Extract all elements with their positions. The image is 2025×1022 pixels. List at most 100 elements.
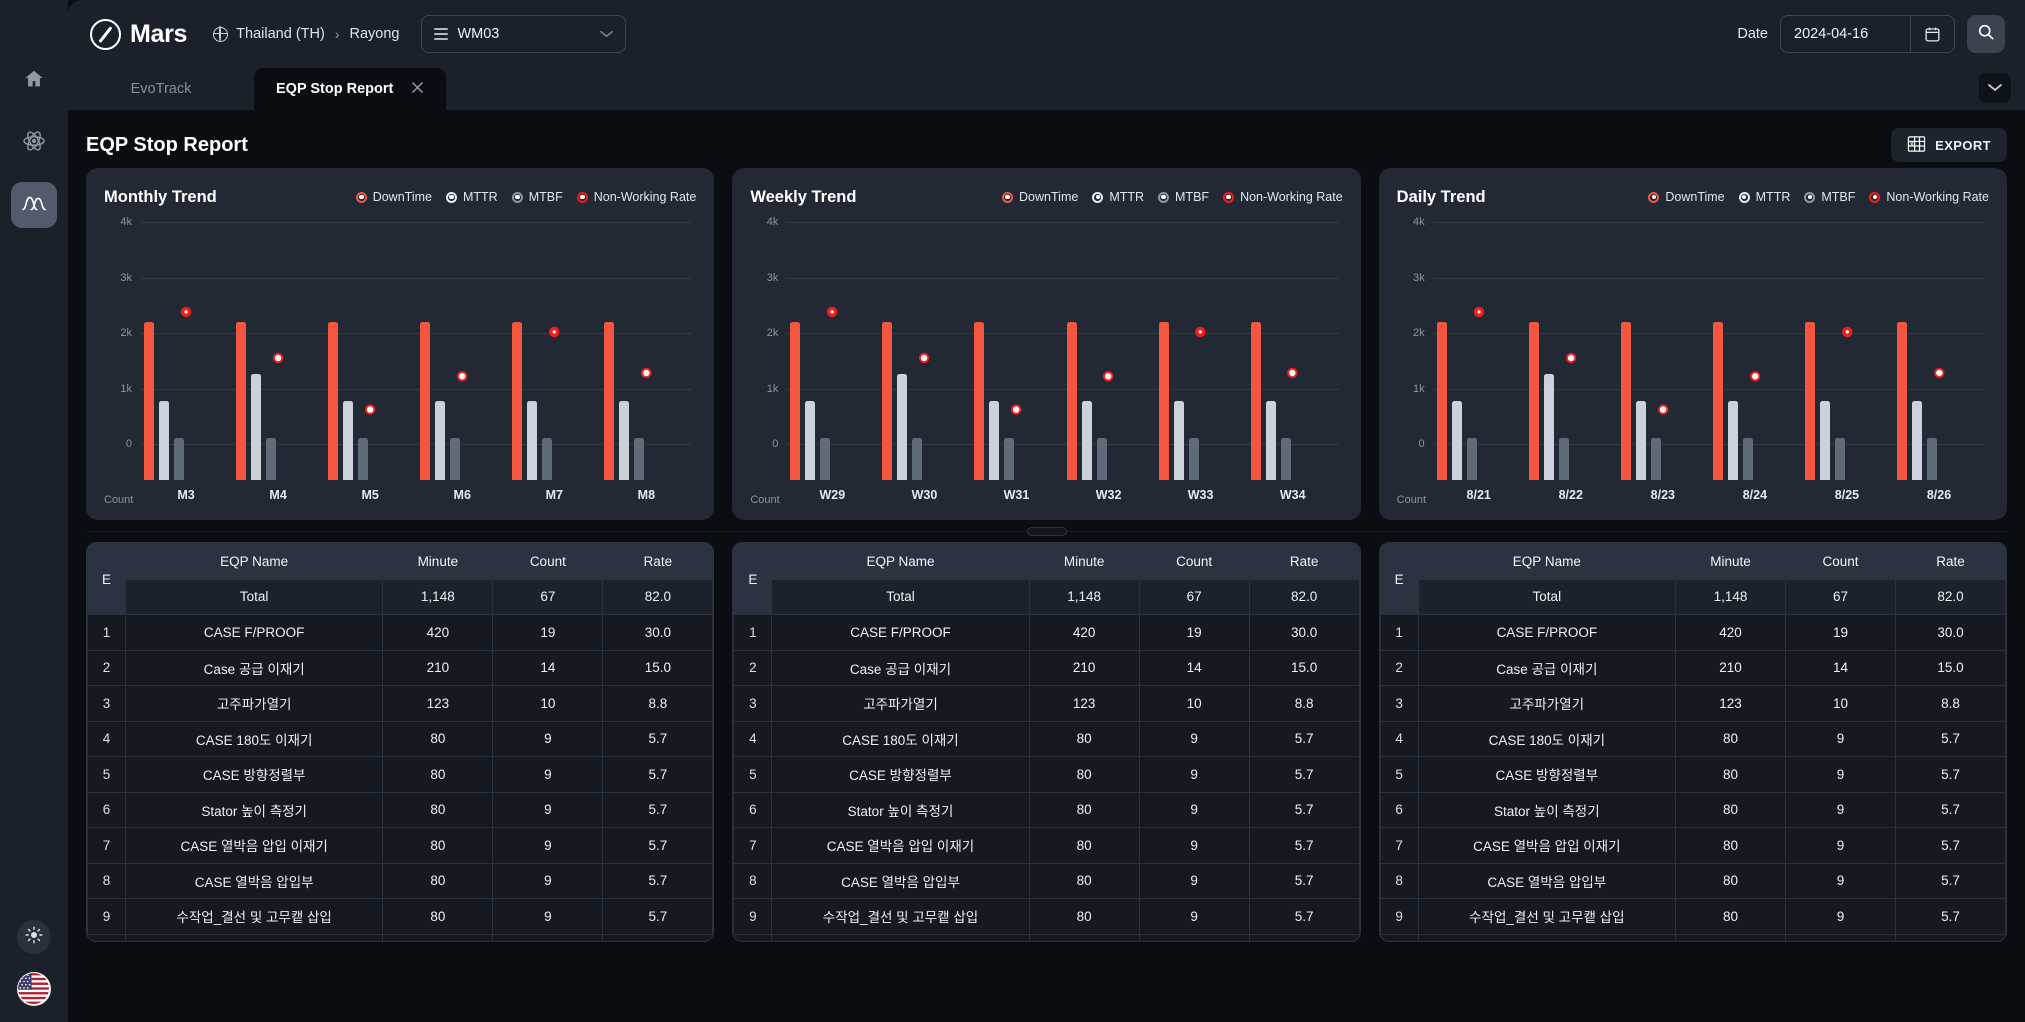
bar-mtbf[interactable]	[634, 438, 644, 480]
table-row[interactable]: 2Case 공급 이재기2101415.0	[734, 650, 1359, 686]
column-header-e[interactable]: E	[1380, 544, 1418, 615]
column-header-eqp-name[interactable]: EQP Name	[772, 544, 1029, 580]
column-header-minute[interactable]: Minute	[383, 544, 493, 580]
bar-mttr[interactable]	[1174, 401, 1184, 480]
breadcrumb-site[interactable]: Rayong	[349, 26, 399, 42]
column-header-e[interactable]: E	[88, 544, 126, 615]
sidebar-item-home[interactable]	[11, 58, 57, 104]
table-row[interactable]: 3고주파가열기123108.8	[734, 686, 1359, 722]
breadcrumb-country[interactable]: Thailand (TH)	[236, 26, 325, 42]
table-row[interactable]: 5CASE 방향정렬부8095.7	[734, 757, 1359, 793]
bar-mtbf[interactable]	[1004, 438, 1014, 480]
bar-downtime[interactable]	[1251, 322, 1261, 480]
bar-mtbf[interactable]	[450, 438, 460, 480]
bar-downtime[interactable]	[1805, 322, 1815, 480]
bar-mttr[interactable]	[897, 374, 907, 480]
bar-downtime[interactable]	[328, 322, 338, 480]
bar-mtbf[interactable]	[1559, 438, 1569, 480]
bar-mttr[interactable]	[527, 401, 537, 480]
tab-eqp-stop-report[interactable]: EQP Stop Report	[254, 68, 446, 110]
table-row[interactable]: 2Case 공급 이재기2101415.0	[88, 650, 713, 686]
column-header-count[interactable]: Count	[493, 544, 603, 580]
table-row[interactable]: 8CASE 열박음 압입부8095.7	[734, 863, 1359, 899]
column-header-minute[interactable]: Minute	[1029, 544, 1139, 580]
theme-toggle-button[interactable]	[17, 920, 51, 954]
search-button[interactable]	[1967, 15, 2005, 53]
table-row[interactable]: 10Label 부착기6564.6	[1380, 934, 2005, 942]
bar-mttr[interactable]	[1912, 401, 1922, 480]
bar-mttr[interactable]	[435, 401, 445, 480]
bar-mtbf[interactable]	[1467, 438, 1477, 480]
bar-mttr[interactable]	[251, 374, 261, 480]
table-total-row[interactable]: Total1,1486782.0	[1380, 579, 2005, 615]
table-row[interactable]: 4CASE 180도 이재기8095.7	[88, 721, 713, 757]
bar-downtime[interactable]	[1621, 322, 1631, 480]
bar-mttr[interactable]	[805, 401, 815, 480]
sidebar-item-analytics[interactable]	[11, 182, 57, 228]
bar-downtime[interactable]	[1067, 322, 1077, 480]
bar-mttr[interactable]	[1452, 401, 1462, 480]
table-row[interactable]: 9수작업_결선 및 고무캩 삽입8095.7	[734, 899, 1359, 935]
bar-mttr[interactable]	[1082, 401, 1092, 480]
tab-overflow-button[interactable]	[1979, 73, 2011, 103]
table-total-row[interactable]: Total1,1486782.0	[88, 579, 713, 615]
bar-mtbf[interactable]	[820, 438, 830, 480]
bar-mttr[interactable]	[159, 401, 169, 480]
legend-item[interactable]: MTBF	[512, 190, 563, 204]
bar-downtime[interactable]	[790, 322, 800, 480]
bar-mtbf[interactable]	[912, 438, 922, 480]
bar-mttr[interactable]	[619, 401, 629, 480]
bar-mtbf[interactable]	[1743, 438, 1753, 480]
line-select[interactable]: WM03	[421, 15, 626, 53]
table-total-row[interactable]: Total1,1486782.0	[734, 579, 1359, 615]
bar-downtime[interactable]	[144, 322, 154, 480]
panel-resize-handle[interactable]	[1027, 527, 1067, 536]
bar-downtime[interactable]	[1159, 322, 1169, 480]
table-row[interactable]: 3고주파가열기123108.8	[88, 686, 713, 722]
bar-mtbf[interactable]	[1189, 438, 1199, 480]
bar-downtime[interactable]	[236, 322, 246, 480]
bar-mttr[interactable]	[1636, 401, 1646, 480]
bar-downtime[interactable]	[512, 322, 522, 480]
tab-evotrack[interactable]: EvoTrack	[68, 68, 254, 110]
table-row[interactable]: 3고주파가열기123108.8	[1380, 686, 2005, 722]
table-row[interactable]: 1CASE F/PROOF4201930.0	[88, 615, 713, 651]
bar-downtime[interactable]	[1437, 322, 1447, 480]
legend-item[interactable]: DownTime	[1002, 190, 1078, 204]
date-input[interactable]: 2024-04-16	[1780, 15, 1955, 53]
bar-mttr[interactable]	[1544, 374, 1554, 480]
table-row[interactable]: 4CASE 180도 이재기8095.7	[734, 721, 1359, 757]
table-row[interactable]: 7CASE 열박음 압입 이재기8095.7	[1380, 828, 2005, 864]
table-row[interactable]: 8CASE 열박음 압입부8095.7	[88, 863, 713, 899]
column-header-rate[interactable]: Rate	[1249, 544, 1359, 580]
bar-mtbf[interactable]	[358, 438, 368, 480]
table-row[interactable]: 1CASE F/PROOF4201930.0	[1380, 615, 2005, 651]
table-row[interactable]: 6Stator 높이 측정기8095.7	[734, 792, 1359, 828]
bar-downtime[interactable]	[1529, 322, 1539, 480]
bar-mtbf[interactable]	[1281, 438, 1291, 480]
table-row[interactable]: 9수작업_결선 및 고무캩 삽입8095.7	[1380, 899, 2005, 935]
legend-item[interactable]: Non-Working Rate	[1223, 190, 1343, 204]
language-button[interactable]	[17, 972, 51, 1006]
legend-item[interactable]: DownTime	[1648, 190, 1724, 204]
bar-mttr[interactable]	[1728, 401, 1738, 480]
column-header-eqp-name[interactable]: EQP Name	[1418, 544, 1675, 580]
bar-mtbf[interactable]	[1835, 438, 1845, 480]
export-button[interactable]: X EXPORT	[1891, 128, 2007, 162]
brand-logo[interactable]: Mars	[90, 19, 187, 50]
sidebar-item-atom[interactable]	[11, 120, 57, 166]
bar-mtbf[interactable]	[174, 438, 184, 480]
bar-downtime[interactable]	[1897, 322, 1907, 480]
bar-mttr[interactable]	[1820, 401, 1830, 480]
table-row[interactable]: 2Case 공급 이재기2101415.0	[1380, 650, 2005, 686]
legend-item[interactable]: MTBF	[1804, 190, 1855, 204]
table-row[interactable]: 5CASE 방향정렬부8095.7	[88, 757, 713, 793]
bar-mtbf[interactable]	[266, 438, 276, 480]
legend-item[interactable]: DownTime	[356, 190, 432, 204]
bar-mtbf[interactable]	[542, 438, 552, 480]
bar-mtbf[interactable]	[1651, 438, 1661, 480]
bar-downtime[interactable]	[974, 322, 984, 480]
table-row[interactable]: 1CASE F/PROOF4201930.0	[734, 615, 1359, 651]
close-icon[interactable]	[411, 81, 424, 98]
column-header-eqp-name[interactable]: EQP Name	[126, 544, 383, 580]
